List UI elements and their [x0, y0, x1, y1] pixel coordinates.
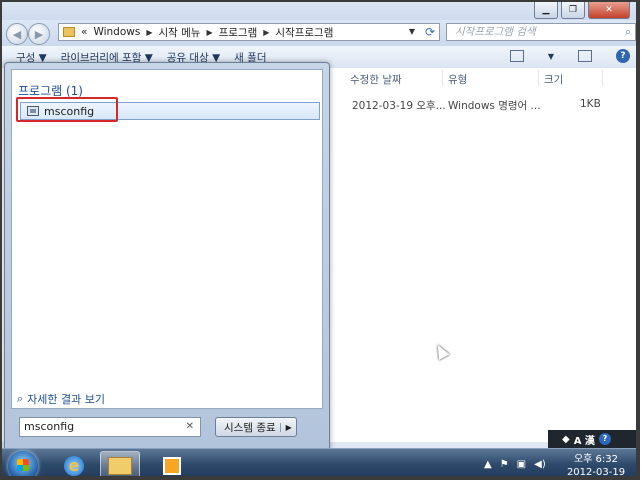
file-type-cell[interactable]: Windows 명령어 ...	[448, 98, 541, 113]
preview-pane-icon[interactable]	[578, 50, 592, 62]
chevron-right-icon[interactable]: ▶	[146, 28, 152, 37]
taskbar-windows-explorer[interactable]	[100, 451, 140, 476]
action-center-flag-icon[interactable]: ⚑	[500, 459, 509, 470]
see-more-label: 자세한 결과 보기	[27, 393, 106, 406]
taskbar-media-player[interactable]	[152, 451, 192, 476]
screen-frame: ▁ ❐ ✕ ◀ ▶ « Windows ▶ 시작 메뉴 ▶ 프로그램 ▶ 시작프…	[0, 0, 640, 480]
back-button[interactable]: ◀	[6, 23, 28, 45]
help-icon[interactable]: ?	[616, 49, 630, 63]
ime-mode-label[interactable]: A 漢	[574, 432, 595, 447]
explorer-titlebar: ▁ ❐ ✕	[2, 2, 636, 20]
column-size-header[interactable]: 크기	[544, 72, 563, 87]
start-search-value: msconfig	[24, 420, 75, 433]
file-size-cell[interactable]: 1KB	[580, 98, 601, 110]
ime-icon[interactable]: ◆	[562, 434, 570, 445]
media-player-icon	[163, 457, 181, 475]
address-overflow[interactable]: «	[81, 26, 87, 38]
folder-search-input[interactable]: 시작프로그램 검색 ⌕	[446, 23, 636, 41]
crumb-programs[interactable]: 프로그램	[219, 25, 258, 40]
maximize-button[interactable]: ❐	[561, 2, 585, 19]
column-type-header[interactable]: 유형	[448, 72, 467, 87]
notification-area: ▲ ⚑ ▣ ◀)	[484, 459, 546, 470]
taskbar-internet-explorer[interactable]: e	[54, 451, 94, 476]
column-divider	[538, 70, 539, 86]
search-icon: ⌕	[17, 392, 24, 405]
taskbar: e ▲ ⚑ ▣ ◀) 오후 6:32 2012-03-19	[2, 448, 636, 478]
minimize-button[interactable]: ▁	[534, 2, 558, 19]
highlight-box	[16, 97, 118, 122]
address-dropdown-icon[interactable]: ▼	[409, 27, 415, 36]
address-bar[interactable]: « Windows ▶ 시작 메뉴 ▶ 프로그램 ▶ 시작프로그램 ▼ ⟳	[58, 23, 440, 41]
shutdown-label: 시스템 종료	[224, 421, 276, 434]
forward-arrow-icon: ▶	[34, 27, 44, 41]
clear-search-icon[interactable]: ✕	[186, 418, 194, 436]
column-date-header[interactable]: 수정한 날짜	[350, 72, 402, 87]
column-divider	[602, 70, 603, 86]
column-divider	[442, 70, 443, 86]
crumb-startup[interactable]: 시작프로그램	[275, 25, 333, 40]
crumb-windows[interactable]: Windows	[93, 26, 140, 38]
internet-explorer-icon: e	[64, 456, 84, 476]
system-clock[interactable]: 오후 6:32 2012-03-19	[566, 453, 626, 478]
back-arrow-icon: ◀	[12, 27, 22, 41]
navigation-bar: ◀ ▶ « Windows ▶ 시작 메뉴 ▶ 프로그램 ▶ 시작프로그램 ▼ …	[2, 20, 636, 46]
clock-date: 2012-03-19	[566, 467, 626, 478]
file-date-cell[interactable]: 2012-03-19 오후...	[352, 98, 446, 113]
chevron-right-icon[interactable]: ▶	[263, 28, 269, 37]
shutdown-button[interactable]: 시스템 종료 ▶	[215, 417, 297, 437]
folder-icon	[63, 27, 75, 37]
show-hidden-icons-icon[interactable]: ▲	[484, 459, 492, 470]
crumb-start-menu[interactable]: 시작 메뉴	[158, 25, 200, 40]
network-icon[interactable]: ▣	[517, 459, 526, 470]
start-button[interactable]	[8, 451, 38, 476]
clock-time: 오후 6:32	[573, 454, 619, 465]
see-more-results-link[interactable]: ⌕ 자세한 결과 보기	[17, 391, 105, 407]
search-icon[interactable]: ⌕	[625, 24, 631, 40]
shutdown-options-arrow-icon[interactable]: ▶	[280, 422, 296, 432]
forward-button[interactable]: ▶	[28, 23, 50, 45]
folder-search-placeholder: 시작프로그램 검색	[455, 26, 536, 38]
volume-icon[interactable]: ◀)	[534, 459, 546, 470]
help-icon[interactable]: ?	[598, 433, 611, 445]
chevron-right-icon[interactable]: ▶	[206, 28, 212, 37]
folder-icon	[108, 457, 132, 475]
view-options-icon[interactable]	[509, 50, 524, 62]
view-dropdown-icon[interactable]: ▼	[548, 52, 554, 61]
language-bar[interactable]: ◆ A 漢 ?	[548, 430, 636, 448]
start-search-input[interactable]: msconfig ✕	[19, 417, 201, 437]
close-button[interactable]: ✕	[588, 2, 630, 19]
refresh-icon[interactable]: ⟳	[425, 25, 435, 39]
